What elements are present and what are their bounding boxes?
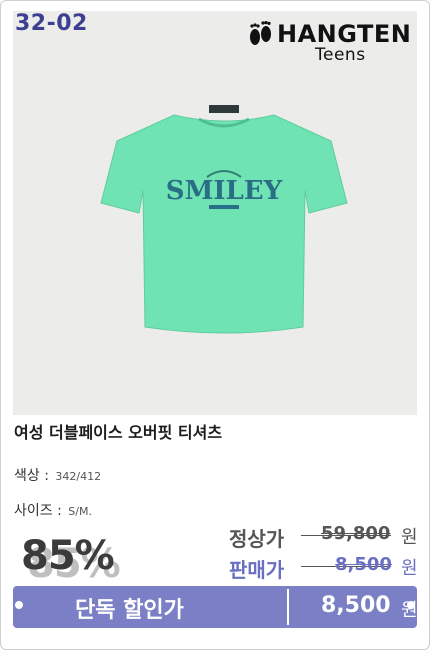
size-value: S/M.: [68, 505, 92, 518]
brand-name: HANGTEN: [277, 20, 412, 48]
size-spec: 사이즈 : S/M.: [14, 500, 92, 520]
regular-currency: 원: [401, 527, 418, 548]
exclusive-price-label: 단독 할인가: [75, 598, 184, 623]
product-card[interactable]: SMILEY 32-02 HANGTEN Teens 여성 더블페이스 오버핏 …: [0, 0, 430, 650]
product-image[interactable]: SMILEY: [13, 11, 417, 415]
ticket-notch-left: [15, 601, 23, 609]
regular-price-label: 정상가: [229, 527, 285, 551]
discount-badge: 85% 85%: [21, 533, 131, 589]
sale-price-row: 판매가 8,500 원: [229, 554, 429, 582]
color-spec: 색상 : 342/412: [14, 465, 101, 485]
brand-logo: HANGTEN Teens: [247, 19, 412, 67]
discount-rate: 85%: [21, 533, 115, 579]
sale-currency: 원: [401, 558, 418, 579]
product-title[interactable]: 여성 더블페이스 오버핏 티셔츠: [14, 419, 222, 443]
ticket-notch-right: [407, 601, 415, 609]
size-label: 사이즈 :: [14, 503, 67, 519]
final-currency: 원: [401, 600, 418, 621]
sale-price-label: 판매가: [229, 558, 285, 582]
product-code: 32-02: [15, 11, 88, 36]
color-label: 색상 :: [14, 468, 54, 484]
footprint-icon: [250, 21, 271, 45]
brand-sub: Teens: [315, 45, 366, 65]
tshirt-illustration: SMILEY: [100, 105, 348, 334]
color-value: 342/412: [55, 470, 102, 483]
divider: [287, 589, 289, 625]
svg-text:SMILEY: SMILEY: [166, 176, 283, 206]
final-price: 8,500: [321, 593, 391, 618]
exclusive-price-button[interactable]: 단독 할인가 8,500 원: [13, 586, 418, 628]
regular-price-row: 정상가 59,800 원: [229, 523, 429, 551]
